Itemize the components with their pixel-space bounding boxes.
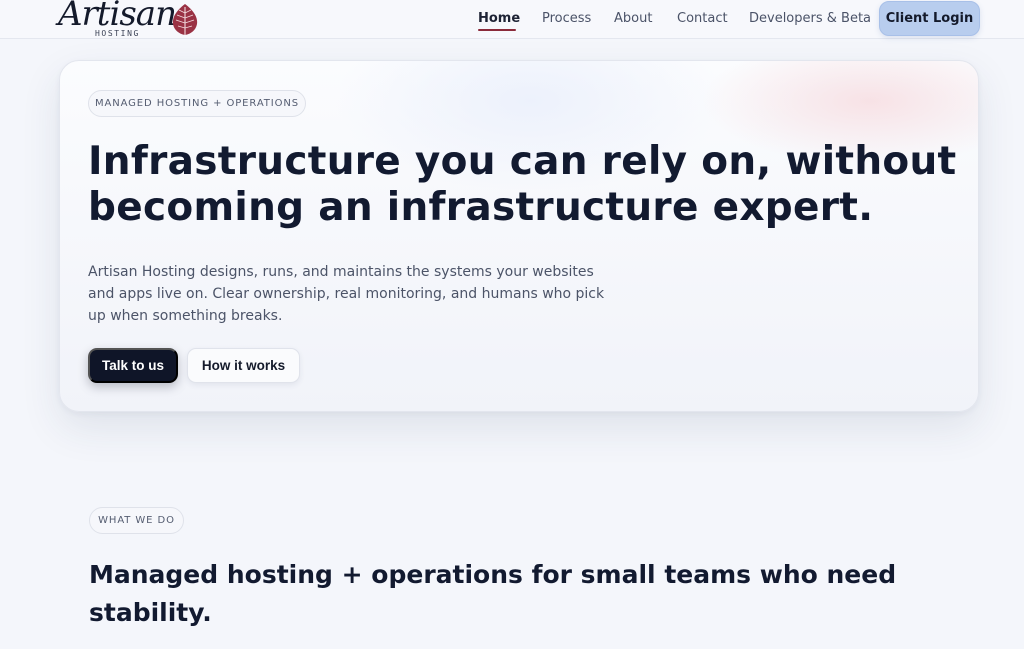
hero-description: Artisan Hosting designs, runs, and maint… (88, 264, 605, 324)
what-we-do-badge: WHAT WE DO (89, 507, 184, 534)
hero-eyebrow-badge: MANAGED HOSTING + OPERATIONS (88, 90, 306, 117)
nav-contact[interactable]: Contact (677, 11, 728, 26)
nav-home[interactable]: Home (478, 11, 520, 26)
nav-process[interactable]: Process (542, 11, 591, 26)
site-header: Artisan HOSTING Home Process About Conta… (0, 0, 1024, 39)
main-nav: Home Process About Contact Developers & … (0, 0, 1024, 39)
how-it-works-button[interactable]: How it works (187, 348, 300, 383)
talk-to-us-button[interactable]: Talk to us (88, 348, 178, 383)
nav-about[interactable]: About (614, 11, 652, 26)
nav-developers-beta[interactable]: Developers & Beta (749, 11, 871, 26)
client-login-button[interactable]: Client Login (879, 1, 980, 36)
what-we-do-title: Managed hosting + operations for small t… (89, 560, 897, 627)
nav-active-indicator (478, 29, 516, 31)
hero-card: MANAGED HOSTING + OPERATIONS Infrastruct… (59, 60, 979, 412)
hero-title: Infrastructure you can rely on, without … (88, 139, 957, 230)
